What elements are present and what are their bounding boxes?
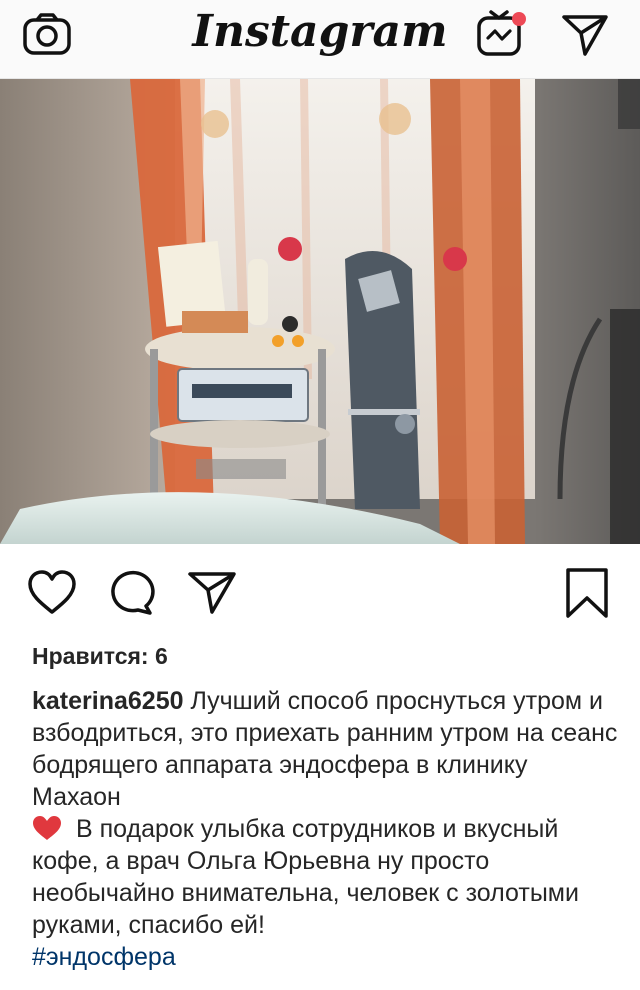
bookmark-icon[interactable] — [562, 566, 612, 620]
likes-count[interactable]: Нравится: 6 — [32, 643, 168, 670]
heart-icon[interactable] — [26, 568, 78, 616]
red-heart-emoji-icon — [33, 816, 61, 840]
app-logo: Instagram — [192, 6, 448, 57]
igtv-icon[interactable] — [474, 8, 532, 60]
post-caption: katerina6250 Лучший способ проснуться ут… — [32, 685, 622, 973]
top-bar: Instagram — [0, 0, 640, 79]
caption-text-2: В подарок улыбка сотрудников и вкусный к… — [32, 815, 579, 939]
caption-username[interactable]: katerina6250 — [32, 687, 184, 715]
hashtag-link[interactable]: #эндосфера — [32, 943, 176, 971]
post-action-bar — [0, 560, 640, 630]
direct-send-icon[interactable] — [560, 12, 610, 56]
notification-dot — [512, 12, 526, 26]
table-top — [145, 327, 335, 371]
post-photo[interactable] — [0, 79, 640, 544]
comment-icon[interactable] — [104, 568, 156, 616]
share-icon[interactable] — [186, 568, 238, 616]
